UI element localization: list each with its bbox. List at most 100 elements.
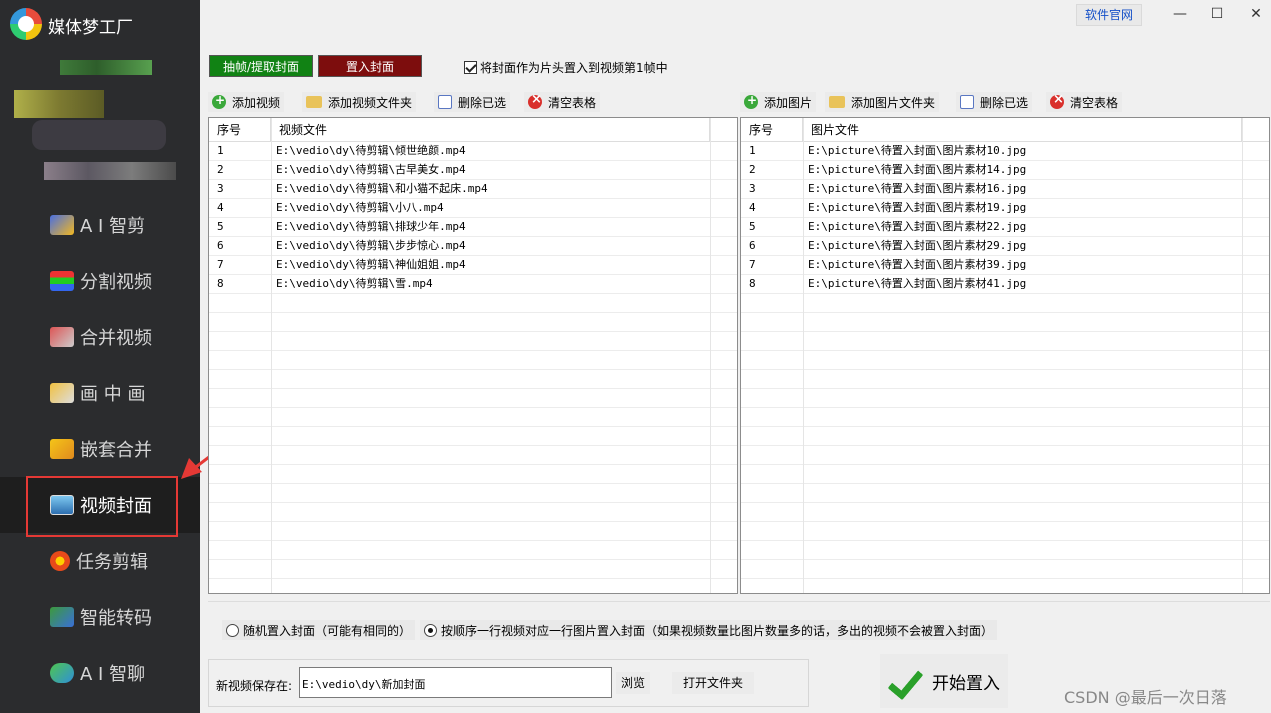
delete-selected-image-button[interactable]: 删除已选 (956, 92, 1033, 112)
row-file-path: E:\picture\待置入封面\图片素材10.jpg (808, 144, 1027, 157)
random-mode-label: 随机置入封面（可能有相同的） (243, 623, 412, 638)
column-header-file[interactable]: 图片文件 (803, 118, 1242, 141)
row-index: 2 (749, 163, 756, 176)
row-index: 6 (749, 239, 756, 252)
browse-button[interactable]: 浏览 (616, 672, 650, 694)
add-video-folder-button[interactable]: 添加视频文件夹 (302, 92, 417, 112)
delete-selected-label: 删除已选 (980, 95, 1029, 110)
row-index: 2 (217, 163, 224, 176)
random-mode-radio[interactable] (226, 623, 239, 637)
sidebar-item-merge-video[interactable]: 合并视频 (0, 309, 200, 365)
sequential-mode-option[interactable]: 按顺序一行视频对应一行图片置入封面（如果视频数量比图片数量多的话，多出的视频不会… (420, 620, 998, 640)
official-site-link[interactable]: 软件官网 (1076, 4, 1142, 26)
close-button[interactable]: ✕ (1246, 6, 1266, 22)
table-row[interactable]: 3 E:\vedio\dy\待剪辑\和小猫不起床.mp4 (209, 180, 737, 199)
task-edit-icon (50, 551, 70, 571)
table-row[interactable]: 7 E:\picture\待置入封面\图片素材39.jpg (741, 256, 1269, 275)
row-file-path: E:\vedio\dy\待剪辑\雪.mp4 (276, 277, 433, 290)
delete-icon (960, 95, 974, 109)
maximize-button[interactable]: ☐ (1207, 6, 1227, 22)
sidebar-item-task-edit[interactable]: 任务剪辑 (0, 533, 200, 589)
sidebar-item-split-video[interactable]: 分割视频 (0, 253, 200, 309)
clear-video-table-button[interactable]: 清空表格 (524, 92, 601, 112)
delete-selected-video-button[interactable]: 删除已选 (434, 92, 511, 112)
row-index: 7 (217, 258, 224, 271)
random-mode-option[interactable]: 随机置入封面（可能有相同的） (222, 620, 416, 640)
header-frame-checkbox[interactable] (464, 61, 477, 74)
row-file-path: E:\vedio\dy\待剪辑\步步惊心.mp4 (276, 239, 466, 252)
row-index: 3 (217, 182, 224, 195)
row-index: 6 (217, 239, 224, 252)
row-file-path: E:\vedio\dy\待剪辑\小八.mp4 (276, 201, 444, 214)
sidebar-item-transcode[interactable]: 智能转码 (0, 589, 200, 645)
row-index: 4 (749, 201, 756, 214)
clear-icon (1050, 92, 1064, 109)
table-row[interactable]: 1 E:\vedio\dy\待剪辑\倾世绝颜.mp4 (209, 142, 737, 161)
table-header: 序号 视频文件 (209, 118, 737, 142)
table-row[interactable]: 6 E:\vedio\dy\待剪辑\步步惊心.mp4 (209, 237, 737, 256)
column-header-index[interactable]: 序号 (741, 118, 803, 141)
sidebar-item-label: A I 智剪 (80, 216, 146, 237)
output-path-input[interactable]: E:\vedio\dy\新加封面 (299, 667, 612, 698)
row-file-path: E:\picture\待置入封面\图片素材16.jpg (808, 182, 1027, 195)
table-row[interactable]: 5 E:\picture\待置入封面\图片素材22.jpg (741, 218, 1269, 237)
table-row[interactable]: 4 E:\picture\待置入封面\图片素材19.jpg (741, 199, 1269, 218)
column-header-file[interactable]: 视频文件 (271, 118, 710, 141)
row-file-path: E:\picture\待置入封面\图片素材39.jpg (808, 258, 1027, 271)
add-video-folder-label: 添加视频文件夹 (328, 95, 413, 110)
table-row[interactable]: 2 E:\vedio\dy\待剪辑\古早美女.mp4 (209, 161, 737, 180)
add-image-folder-label: 添加图片文件夹 (851, 95, 936, 110)
extract-cover-button[interactable]: 抽帧/提取封面 (209, 55, 313, 77)
row-file-path: E:\picture\待置入封面\图片素材14.jpg (808, 163, 1027, 176)
table-row[interactable]: 1 E:\picture\待置入封面\图片素材10.jpg (741, 142, 1269, 161)
row-index: 4 (217, 201, 224, 214)
sidebar-item-pip[interactable]: 画 中 画 (0, 365, 200, 421)
table-row[interactable]: 5 E:\vedio\dy\待剪辑\排球少年.mp4 (209, 218, 737, 237)
minimize-button[interactable]: — (1170, 6, 1190, 22)
row-index: 8 (749, 277, 756, 290)
blurred-info (32, 120, 166, 150)
header-frame-option[interactable]: 将封面作为片头置入到视频第1帧中 (464, 59, 668, 76)
folder-icon (306, 96, 322, 108)
transcode-icon (50, 607, 74, 627)
table-row[interactable]: 4 E:\vedio\dy\待剪辑\小八.mp4 (209, 199, 737, 218)
sidebar-item-ai-cut[interactable]: A I 智剪 (0, 197, 200, 253)
watermark: CSDN @最后一次日落 (1064, 688, 1227, 707)
add-image-folder-button[interactable]: 添加图片文件夹 (825, 92, 940, 112)
row-index: 3 (749, 182, 756, 195)
start-insert-button[interactable]: 开始置入 (880, 654, 1008, 708)
add-video-button[interactable]: 添加视频 (208, 92, 285, 112)
open-folder-button[interactable]: 打开文件夹 (672, 672, 754, 694)
app-title: 媒体梦工厂 (48, 18, 133, 38)
table-row[interactable]: 6 E:\picture\待置入封面\图片素材29.jpg (741, 237, 1269, 256)
table-row[interactable]: 2 E:\picture\待置入封面\图片素材14.jpg (741, 161, 1269, 180)
sidebar-item-ai-chat[interactable]: A I 智聊 (0, 645, 200, 701)
row-file-path: E:\picture\待置入封面\图片素材29.jpg (808, 239, 1027, 252)
clear-icon (528, 92, 542, 109)
delete-selected-label: 删除已选 (458, 95, 507, 110)
row-index: 1 (749, 144, 756, 157)
table-row[interactable]: 8 E:\vedio\dy\待剪辑\雪.mp4 (209, 275, 737, 294)
insert-cover-button[interactable]: 置入封面 (318, 55, 422, 77)
table-row[interactable]: 7 E:\vedio\dy\待剪辑\神仙姐姐.mp4 (209, 256, 737, 275)
sidebar-item-nested-merge[interactable]: 嵌套合并 (0, 421, 200, 477)
column-header-index[interactable]: 序号 (209, 118, 271, 141)
clear-image-table-button[interactable]: 清空表格 (1046, 92, 1123, 112)
row-file-path: E:\vedio\dy\待剪辑\古早美女.mp4 (276, 163, 466, 176)
video-table[interactable]: 序号 视频文件 1 E:\vedio\dy\待剪辑\倾世绝颜.mp4 2 E:\ved… (208, 117, 738, 594)
sidebar-item-label: 画 中 画 (80, 384, 146, 405)
row-file-path: E:\picture\待置入封面\图片素材41.jpg (808, 277, 1027, 290)
image-table[interactable]: 序号 图片文件 1 E:\picture\待置入封面\图片素材10.jpg 2 E:\… (740, 117, 1270, 594)
add-image-label: 添加图片 (764, 95, 813, 110)
table-row[interactable]: 3 E:\picture\待置入封面\图片素材16.jpg (741, 180, 1269, 199)
pip-icon (50, 383, 74, 403)
delete-icon (438, 95, 452, 109)
blurred-info (14, 90, 104, 118)
add-image-button[interactable]: 添加图片 (740, 92, 817, 112)
row-file-path: E:\picture\待置入封面\图片素材19.jpg (808, 201, 1027, 214)
table-row[interactable]: 8 E:\picture\待置入封面\图片素材41.jpg (741, 275, 1269, 294)
row-index: 1 (217, 144, 224, 157)
sequential-mode-radio[interactable] (424, 623, 437, 637)
clear-table-label: 清空表格 (1070, 95, 1119, 110)
split-video-icon (50, 271, 74, 291)
